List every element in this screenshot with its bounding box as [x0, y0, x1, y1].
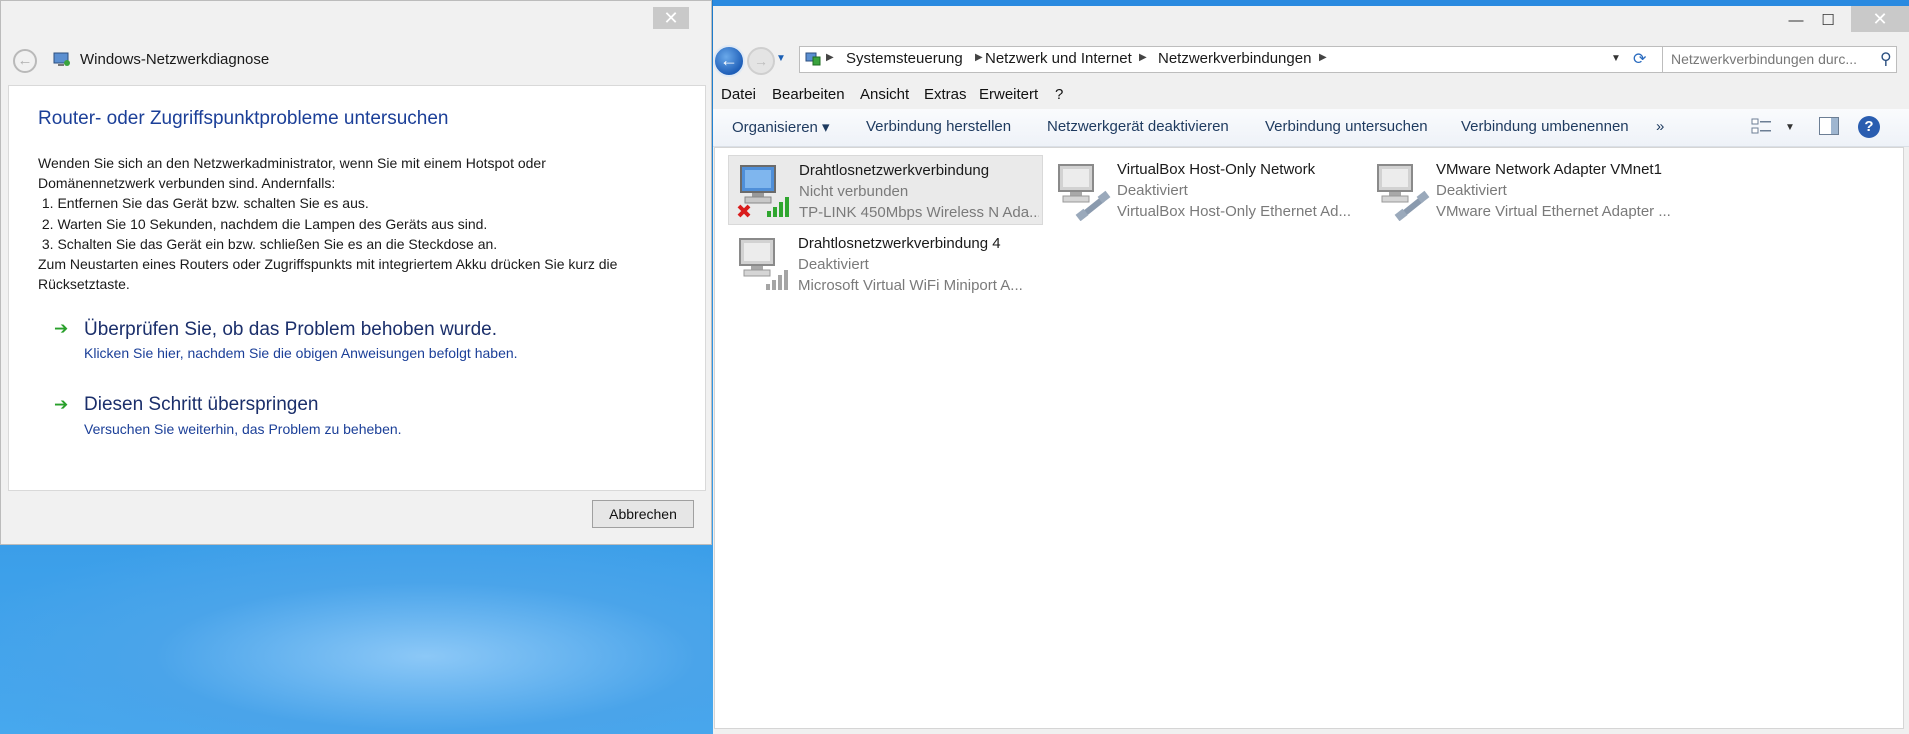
instruction-line: 3. Schalten Sie das Gerät ein bzw. schli… — [38, 235, 498, 252]
menu-erweitert[interactable]: Erweitert — [979, 86, 1038, 103]
breadcrumb-separator-icon[interactable]: ▶ — [1139, 52, 1147, 63]
network-diagnostics-icon — [53, 52, 70, 66]
network-connections-window: — ☐ ✕ ← → ▼ ▶ Systemsteuerung ▶ Netzwerk… — [713, 0, 1909, 734]
minimize-button[interactable]: — — [1781, 10, 1811, 32]
disable-device-button[interactable]: Netzwerkgerät deaktivieren — [1047, 118, 1229, 135]
connection-device: VirtualBox Host-Only Ethernet Ad... — [1117, 203, 1352, 220]
connection-status: Deaktiviert — [1436, 182, 1507, 199]
address-dropdown-icon[interactable]: ▼ — [1611, 53, 1621, 64]
menu-help[interactable]: ? — [1055, 86, 1063, 103]
nav-forward-icon[interactable]: → — [747, 47, 775, 75]
recent-pages-dropdown-icon[interactable]: ▼ — [776, 53, 786, 64]
back-arrow-icon[interactable]: ← — [13, 49, 37, 73]
network-diagnostics-dialog: ✕ ← Windows-Netzwerkdiagnose Router- ode… — [0, 0, 712, 545]
diagnose-connection-button[interactable]: Verbindung untersuchen — [1265, 118, 1428, 135]
dialog-close-button[interactable]: ✕ — [653, 7, 689, 29]
connection-item[interactable]: VirtualBox Host-Only Network Deaktiviert… — [1047, 155, 1362, 225]
window-top-strip — [713, 0, 1909, 6]
connection-name: Drahtlosnetzwerkverbindung — [799, 162, 990, 179]
dialog-title: Windows-Netzwerkdiagnose — [80, 51, 270, 68]
connection-device: TP-LINK 450Mbps Wireless N Ada... — [799, 204, 1039, 221]
menu-bearbeiten[interactable]: Bearbeiten — [772, 86, 845, 103]
preview-pane-icon[interactable] — [1819, 117, 1839, 135]
connection-status: Deaktiviert — [1117, 182, 1188, 199]
breadcrumb-separator-icon[interactable]: ▶ — [975, 52, 983, 63]
ethernet-disabled-icon — [1058, 164, 1111, 221]
desktop-background — [0, 540, 710, 734]
organize-button[interactable]: Organisieren ▾ — [732, 118, 830, 136]
menu-extras[interactable]: Extras — [924, 86, 967, 103]
more-commands-button[interactable]: » — [1656, 118, 1664, 135]
instruction-line: 1. Entfernen Sie das Gerät bzw. schalten… — [38, 195, 369, 212]
breadcrumb-netzwerkverbindungen[interactable]: Netzwerkverbindungen — [1158, 50, 1311, 67]
connection-device: VMware Virtual Ethernet Adapter ... — [1436, 203, 1671, 220]
connection-device: Microsoft Virtual WiFi Miniport A... — [798, 277, 1023, 294]
green-arrow-icon: ➔ — [54, 395, 69, 414]
maximize-button[interactable]: ☐ — [1813, 10, 1843, 32]
instruction-line: Domänennetzwerk verbunden sind. Andernfa… — [38, 175, 336, 192]
instructions-text: Wenden Sie sich an den Netzwerkadministr… — [38, 153, 678, 294]
search-icon[interactable]: ⚲ — [1880, 49, 1892, 69]
breadcrumb-separator-icon: ▶ — [826, 52, 834, 63]
connection-item[interactable]: Drahtlosnetzwerkverbindung 4 Deaktiviert… — [728, 229, 1043, 299]
green-arrow-icon: ➔ — [54, 319, 69, 338]
search-placeholder[interactable]: Netzwerkverbindungen durc... — [1671, 51, 1857, 67]
check-fixed-description[interactable]: Klicken Sie hier, nachdem Sie die obigen… — [84, 345, 518, 361]
wireless-disconnected-icon — [737, 165, 789, 218]
instruction-line: Zum Neustarten eines Routers oder Zugrif… — [38, 256, 618, 273]
connection-status: Nicht verbunden — [799, 183, 909, 200]
ethernet-disabled-icon — [1377, 164, 1430, 221]
instruction-line: Rücksetztaste. — [38, 276, 130, 293]
breadcrumb-systemsteuerung[interactable]: Systemsteuerung — [846, 50, 963, 67]
skip-step-description[interactable]: Versuchen Sie weiterhin, das Problem zu … — [84, 421, 402, 437]
connect-button[interactable]: Verbindung herstellen — [866, 118, 1011, 135]
connection-name: VMware Network Adapter VMnet1 — [1436, 161, 1662, 178]
connections-list: Drahtlosnetzwerkverbindung Nicht verbund… — [714, 147, 1904, 729]
menu-datei[interactable]: Datei — [721, 86, 756, 103]
connection-status: Deaktiviert — [798, 256, 869, 273]
skip-step-link[interactable]: Diesen Schritt überspringen — [84, 394, 318, 416]
wireless-disabled-icon — [739, 238, 788, 290]
breadcrumb-separator-icon[interactable]: ▶ — [1319, 52, 1327, 63]
connection-item[interactable]: VMware Network Adapter VMnet1 Deaktivier… — [1366, 155, 1681, 225]
menu-ansicht[interactable]: Ansicht — [860, 86, 909, 103]
cancel-button[interactable]: Abbrechen — [592, 500, 694, 528]
breadcrumb-netzwerk-internet[interactable]: Netzwerk und Internet — [985, 50, 1132, 67]
problem-heading: Router- oder Zugriffspunktprobleme unter… — [38, 108, 449, 129]
change-view-icon[interactable] — [1751, 118, 1773, 136]
control-panel-icon — [805, 52, 821, 66]
view-dropdown-icon[interactable]: ▼ — [1785, 122, 1795, 133]
instruction-line: Wenden Sie sich an den Netzwerkadministr… — [38, 155, 546, 171]
connection-name: VirtualBox Host-Only Network — [1117, 161, 1316, 178]
connection-name: Drahtlosnetzwerkverbindung 4 — [798, 235, 1001, 252]
check-fixed-link[interactable]: Überprüfen Sie, ob das Problem behoben w… — [84, 319, 497, 341]
rename-connection-button[interactable]: Verbindung umbenennen — [1461, 118, 1629, 135]
help-icon[interactable]: ? — [1858, 116, 1880, 138]
refresh-icon[interactable]: ⟳ — [1633, 49, 1646, 69]
window-close-button[interactable]: ✕ — [1851, 6, 1909, 32]
connection-item[interactable]: Drahtlosnetzwerkverbindung Nicht verbund… — [728, 155, 1043, 225]
nav-back-icon[interactable]: ← — [713, 45, 745, 77]
instruction-line: 2. Warten Sie 10 Sekunden, nachdem die L… — [38, 215, 488, 232]
